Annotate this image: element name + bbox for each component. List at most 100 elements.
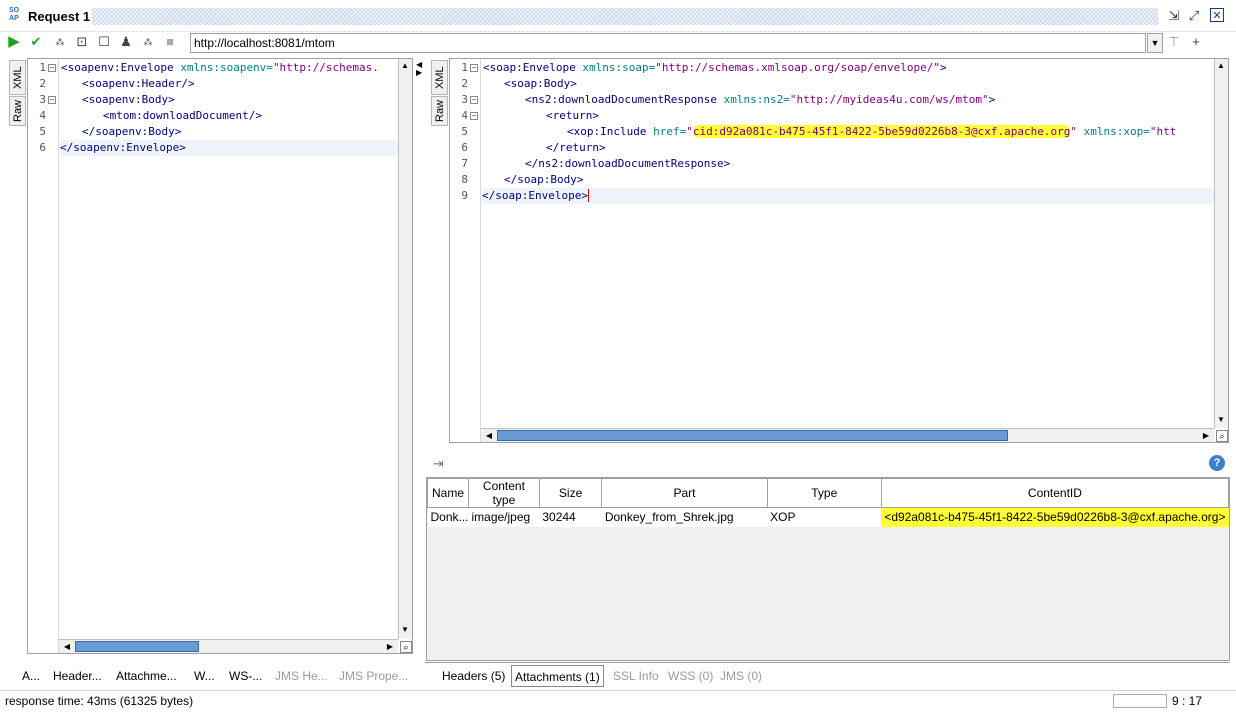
column-header[interactable]: Size [538, 478, 603, 508]
code-line: <soapenv:Body> [82, 93, 175, 106]
tab-request-jms-headers[interactable]: JMS He... [275, 665, 328, 687]
encode-icon[interactable]: ⁂ [52, 34, 68, 50]
collapse-right-icon[interactable]: ▶ [416, 68, 422, 77]
cell-name[interactable]: Donk... [427, 507, 469, 527]
scroll-left-icon[interactable]: ◀ [483, 430, 495, 442]
close-icon[interactable]: ✕ [1210, 8, 1224, 22]
line-number: 3 [39, 93, 46, 106]
cell-type[interactable]: XOP [767, 507, 882, 527]
content-id-highlight: cid:d92a081c-b475-45f1-8422-5be59d0226b8… [692, 125, 1071, 138]
tab-response-xml[interactable]: XML [431, 60, 448, 95]
request-vertical-scrollbar[interactable]: ▲ ▼ [398, 59, 412, 639]
split-pane-divider[interactable]: ◀ ▶ [414, 56, 425, 690]
tab-response-headers[interactable]: Headers (5) [442, 665, 505, 687]
export-attachment-icon[interactable]: ⇥ [433, 456, 444, 472]
code-line: <mtom:downloadDocument/> [103, 109, 262, 122]
request-editor[interactable]: 1 − 2 3 − 4 5 6 <soapenv:Envelope xmlns:… [27, 58, 413, 654]
zoom-icon[interactable]: ⌕ [1216, 430, 1228, 442]
fold-icon[interactable]: − [470, 64, 478, 72]
response-horizontal-scrollbar[interactable]: ◀ ▶ [481, 428, 1214, 442]
tab-request-raw[interactable]: Raw [9, 96, 26, 126]
tab-request-ws[interactable]: WS-... [229, 665, 262, 687]
stop-icon[interactable]: ■ [162, 34, 178, 50]
add-icon[interactable]: + [1188, 34, 1204, 50]
scrollbar-thumb[interactable] [497, 430, 1008, 441]
zoom-icon[interactable]: ⌕ [400, 641, 412, 653]
request-horizontal-scrollbar[interactable]: ◀ ▶ [59, 639, 398, 653]
attachments-table: Name Content type Size Part Type Content… [427, 478, 1230, 527]
endpoint-dropdown[interactable]: ▼ [1147, 33, 1163, 53]
fold-icon[interactable]: − [48, 96, 56, 104]
frame-icon[interactable]: ⊡ [74, 34, 90, 50]
response-vertical-scrollbar[interactable]: ▲ ▼ [1214, 59, 1228, 428]
column-header[interactable]: Type [766, 478, 882, 508]
scroll-up-icon[interactable]: ▲ [1215, 60, 1227, 72]
column-header[interactable]: Content type [468, 478, 540, 508]
column-header[interactable]: ContentID [880, 478, 1230, 508]
gear-icon[interactable]: ⁂ [140, 34, 156, 50]
tab-request-jms-properties[interactable]: JMS Prope... [339, 665, 408, 687]
square-icon[interactable]: ☐ [96, 34, 112, 50]
response-time-text: response time: 43ms (61325 bytes) [5, 694, 194, 708]
cell-part[interactable]: Donkey_from_Shrek.jpg [601, 507, 768, 527]
run-icon[interactable]: ▶ [6, 34, 22, 50]
code-line: <return> [546, 109, 599, 122]
cell-content-id[interactable]: <d92a081c-b475-45f1-8422-5be59d0226b8-3@… [881, 507, 1229, 527]
tab-response-wss[interactable]: WSS (0) [668, 665, 713, 687]
tab-request-xml[interactable]: XML [9, 60, 26, 95]
tab-request-auth[interactable]: A... [22, 665, 40, 687]
line-number: 6 [39, 141, 46, 154]
code-line: <soap:Envelope xmlns:soap="http://schema… [483, 61, 947, 74]
cell-size[interactable]: 30244 [539, 507, 602, 527]
detach-icon[interactable]: ⇲ [1166, 8, 1182, 24]
line-number: 5 [39, 125, 46, 138]
scroll-left-icon[interactable]: ◀ [61, 641, 73, 653]
tab-response-ssl-info[interactable]: SSL Info [613, 665, 659, 687]
tab-strip-divider [425, 662, 1230, 663]
column-header[interactable]: Part [601, 478, 768, 508]
tab-request-attachments[interactable]: Attachme... [116, 665, 177, 687]
cursor-position: 9 : 17 [1172, 694, 1203, 708]
code-line: <ns2:downloadDocumentResponse xmlns:ns2=… [525, 93, 996, 106]
filter-icon[interactable]: ⊤ [1166, 34, 1182, 50]
fold-icon[interactable]: − [48, 64, 56, 72]
tab-response-attachments[interactable]: Attachments (1) [511, 665, 604, 687]
scrollbar-thumb[interactable] [75, 641, 199, 652]
code-line: </soap:Envelope> [482, 188, 1214, 204]
code-line: </soapenv:Envelope> [60, 140, 398, 156]
tab-response-raw[interactable]: Raw [431, 96, 448, 126]
line-number: 9 [461, 189, 468, 202]
scroll-down-icon[interactable]: ▼ [399, 624, 411, 636]
code-line: </soapenv:Body> [82, 125, 182, 138]
help-icon[interactable]: ? [1209, 455, 1225, 471]
line-number: 5 [461, 125, 468, 138]
code-line: <soapenv:Header/> [82, 77, 195, 90]
response-gutter: 1 − 2 3 − 4 − 5 6 7 8 9 [450, 59, 481, 442]
fold-icon[interactable]: − [470, 112, 478, 120]
cell-content-type[interactable]: image/jpeg [468, 507, 540, 527]
progress-indicator [1113, 694, 1167, 708]
title-bar-grip[interactable] [92, 8, 1158, 25]
tab-response-jms[interactable]: JMS (0) [720, 665, 762, 687]
title-bar: SO AP Request 1 ⇲ ⤢ ✕ [0, 0, 1236, 32]
tab-request-ws-addressing[interactable]: W... [194, 665, 215, 687]
line-number: 7 [461, 157, 468, 170]
code-line: <xop:Include href="cid:d92a081c-b475-45f… [567, 125, 1177, 138]
maximize-icon[interactable]: ⤢ [1186, 8, 1202, 24]
tab-request-headers[interactable]: Header... [53, 665, 102, 687]
code-line: <soap:Body> [504, 77, 577, 90]
code-line: </return> [546, 141, 606, 154]
soapui-logo-icon: SO AP [8, 7, 20, 22]
table-row[interactable]: Donk... image/jpeg 30244 Donkey_from_Shr… [427, 507, 1229, 527]
scroll-right-icon[interactable]: ▶ [1200, 430, 1212, 442]
scroll-down-icon[interactable]: ▼ [1215, 414, 1227, 426]
response-editor[interactable]: 1 − 2 3 − 4 − 5 6 7 8 9 <soap:Envelope x… [449, 58, 1229, 443]
check-icon[interactable]: ✔ [28, 34, 44, 50]
endpoint-url-input[interactable] [190, 33, 1146, 53]
user-icon[interactable]: ♟ [118, 34, 134, 50]
scroll-up-icon[interactable]: ▲ [399, 60, 411, 72]
fold-icon[interactable]: − [470, 96, 478, 104]
column-header[interactable]: Name [427, 478, 469, 508]
line-number: 1 [39, 61, 46, 74]
scroll-right-icon[interactable]: ▶ [384, 641, 396, 653]
